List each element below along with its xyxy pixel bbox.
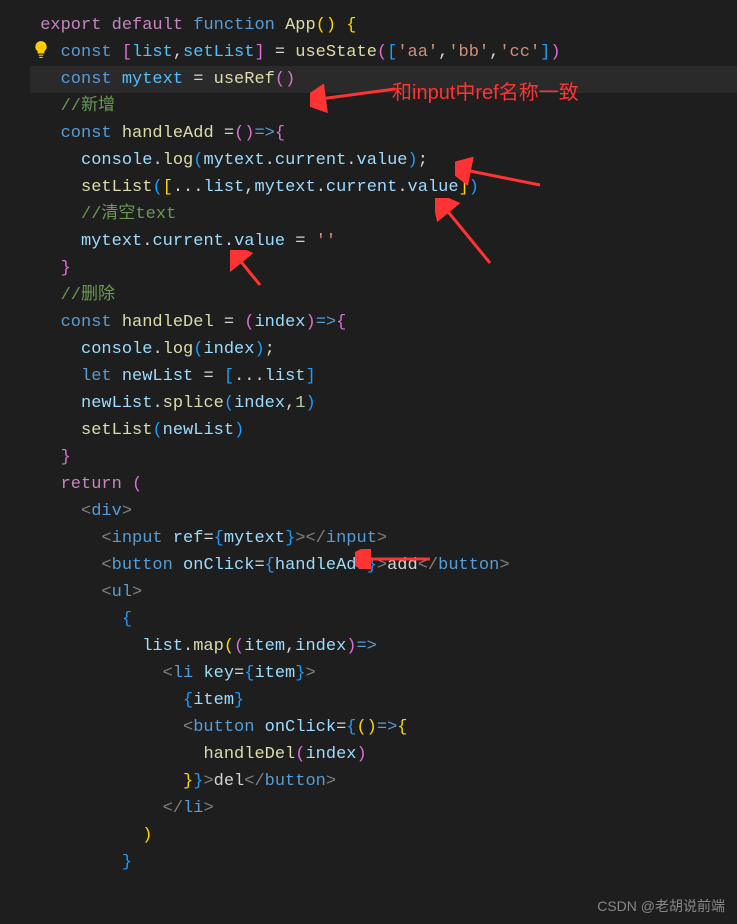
lightbulb-icon[interactable] bbox=[32, 40, 50, 58]
code-line: } bbox=[30, 444, 737, 471]
code-line: const handleDel = (index)=>{ bbox=[30, 309, 737, 336]
code-line: ) bbox=[30, 822, 737, 849]
code-line: }}>del</button> bbox=[30, 768, 737, 795]
code-line: </li> bbox=[30, 795, 737, 822]
code-line: newList.splice(index,1) bbox=[30, 390, 737, 417]
code-line: mytext.current.value = '' bbox=[30, 228, 737, 255]
code-line: export default function App() { bbox=[30, 12, 737, 39]
code-line: const handleAdd =()=>{ bbox=[30, 120, 737, 147]
code-line: <button onClick={handleAdd}>add</button> bbox=[30, 552, 737, 579]
code-line: //删除 bbox=[30, 282, 737, 309]
code-line: let newList = [...list] bbox=[30, 363, 737, 390]
code-line: } bbox=[30, 255, 737, 282]
code-line: console.log(mytext.current.value); bbox=[30, 147, 737, 174]
code-line: { bbox=[30, 606, 737, 633]
code-editor[interactable]: export default function App() { const [l… bbox=[0, 0, 737, 888]
code-line-active: const mytext = useRef() bbox=[30, 66, 737, 93]
code-line: setList(newList) bbox=[30, 417, 737, 444]
code-line: setList([...list,mytext.current.value]) bbox=[30, 174, 737, 201]
code-line: <div> bbox=[30, 498, 737, 525]
code-line: <button onClick={()=>{ bbox=[30, 714, 737, 741]
code-line: <input ref={mytext}></input> bbox=[30, 525, 737, 552]
annotation-text: 和input中ref名称一致 bbox=[392, 76, 579, 105]
code-line: <li key={item}> bbox=[30, 660, 737, 687]
code-line: return ( bbox=[30, 471, 737, 498]
code-line: //新增 bbox=[30, 93, 737, 120]
code-line: list.map((item,index)=> bbox=[30, 633, 737, 660]
code-line: const [list,setList] = useState(['aa','b… bbox=[30, 39, 737, 66]
code-line: {item} bbox=[30, 687, 737, 714]
code-line: handleDel(index) bbox=[30, 741, 737, 768]
watermark: CSDN @老胡说前端 bbox=[597, 896, 725, 916]
code-line: //清空text bbox=[30, 201, 737, 228]
code-line: } bbox=[30, 849, 737, 876]
code-line: <ul> bbox=[30, 579, 737, 606]
code-line: console.log(index); bbox=[30, 336, 737, 363]
